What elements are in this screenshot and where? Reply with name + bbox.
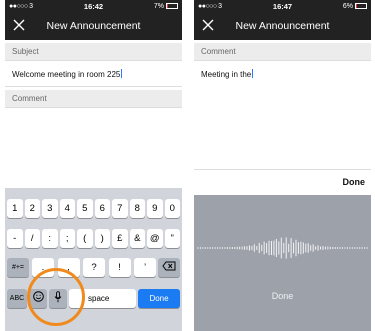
key-5[interactable]: ’ [134, 258, 156, 277]
key-9[interactable]: 9 [147, 199, 163, 218]
battery-level [167, 4, 168, 8]
input-toolbar: Done [194, 172, 371, 194]
key-5[interactable]: ( [77, 229, 93, 248]
key-5[interactable]: 5 [77, 199, 93, 218]
done-key[interactable]: Done [138, 289, 180, 308]
key-4[interactable]: ! [108, 258, 131, 277]
nav-bar: New Announcement [194, 13, 371, 40]
shift-symbols-key[interactable]: #+= [7, 258, 29, 277]
battery-icon [355, 3, 367, 9]
dictation-panel: Done [194, 195, 371, 331]
comment-label: Comment [5, 90, 182, 107]
compose-screen-keyboard: ●●○○○ 3 16:42 7% New Announcement Subjec… [5, 0, 182, 331]
key-2[interactable]: / [24, 229, 40, 248]
key-3[interactable]: 3 [42, 199, 58, 218]
battery-percent: 7% [153, 3, 164, 10]
key-7[interactable]: £ [112, 229, 128, 248]
page-title: New Announcement [46, 20, 141, 32]
key-10[interactable]: ” [164, 229, 180, 248]
key-10[interactable]: 0 [164, 199, 180, 218]
battery-percent: 6% [342, 3, 353, 10]
voice-waveform [197, 237, 368, 259]
key-8[interactable]: & [129, 229, 145, 248]
highlight-ring [27, 268, 85, 326]
comment-field[interactable] [5, 107, 182, 188]
key-1[interactable]: - [7, 229, 23, 248]
key-3[interactable]: : [42, 229, 58, 248]
status-bar: ●●○○○ 3 16:42 7% [5, 0, 182, 13]
backspace-key[interactable] [158, 258, 180, 277]
key-8[interactable]: 8 [129, 199, 145, 218]
subject-value: Welcome meeting in room 225 [12, 70, 121, 79]
key-4[interactable]: ; [59, 229, 75, 248]
key-1[interactable]: 1 [7, 199, 23, 218]
text-caret [121, 69, 123, 78]
key-4[interactable]: 4 [59, 199, 75, 218]
key-7[interactable]: 7 [112, 199, 128, 218]
nav-bar: New Announcement [5, 13, 182, 40]
battery-level [356, 4, 357, 8]
key-6[interactable]: ) [94, 229, 110, 248]
key-6[interactable]: 6 [94, 199, 110, 218]
abc-key[interactable]: ABC [7, 289, 27, 308]
comment-field[interactable]: Meeting in the [194, 60, 371, 170]
subject-field[interactable]: Welcome meeting in room 225 [5, 60, 182, 87]
dictation-done-button[interactable]: Done [194, 291, 371, 301]
comment-label: Comment [194, 43, 371, 60]
toolbar-done-button[interactable]: Done [343, 177, 366, 187]
key-2[interactable]: 2 [24, 199, 40, 218]
text-caret [252, 69, 254, 78]
compose-screen-dictation: ●●○○○ 3 16:47 6% New Announcement Commen… [194, 0, 371, 331]
status-bar: ●●○○○ 3 16:47 6% [194, 0, 371, 13]
key-3[interactable]: ? [83, 258, 105, 277]
key-9[interactable]: @ [147, 229, 163, 248]
page-title: New Announcement [235, 20, 330, 32]
battery-icon [166, 3, 178, 9]
comment-value: Meeting in the [201, 70, 252, 79]
subject-label: Subject [5, 43, 182, 60]
backspace-icon [162, 261, 176, 271]
